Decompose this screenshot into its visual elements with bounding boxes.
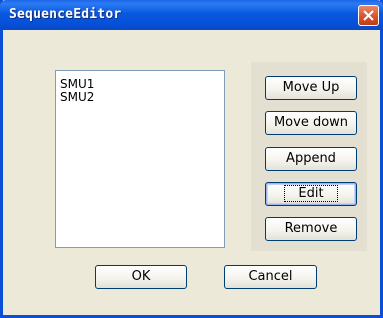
append-button[interactable]: Append (265, 147, 357, 171)
close-icon (363, 10, 374, 21)
list-item[interactable]: SMU2 (60, 91, 94, 104)
move-down-label: Move down (273, 115, 349, 130)
edit-button[interactable]: Edit (265, 182, 357, 206)
window-title: SequenceEditor (9, 7, 122, 22)
ok-label: OK (131, 269, 151, 284)
title-bar[interactable]: SequenceEditor (0, 0, 383, 30)
remove-label: Remove (284, 221, 338, 236)
close-button[interactable] (358, 5, 379, 26)
cancel-button[interactable]: Cancel (224, 265, 317, 289)
cancel-label: Cancel (248, 269, 293, 284)
sequence-editor-dialog: SequenceEditor SMU1 SMU2 Move Up Move do… (0, 0, 383, 318)
remove-button[interactable]: Remove (265, 217, 357, 241)
move-down-button[interactable]: Move down (265, 111, 357, 135)
move-up-button[interactable]: Move Up (265, 76, 357, 100)
ok-button[interactable]: OK (95, 265, 187, 289)
move-up-label: Move Up (282, 80, 340, 95)
edit-label: Edit (284, 185, 338, 202)
append-label: Append (286, 151, 336, 166)
action-button-panel: Move Up Move down Append Edit Remove (251, 62, 367, 251)
sequence-listbox[interactable]: SMU1 SMU2 (55, 70, 225, 248)
